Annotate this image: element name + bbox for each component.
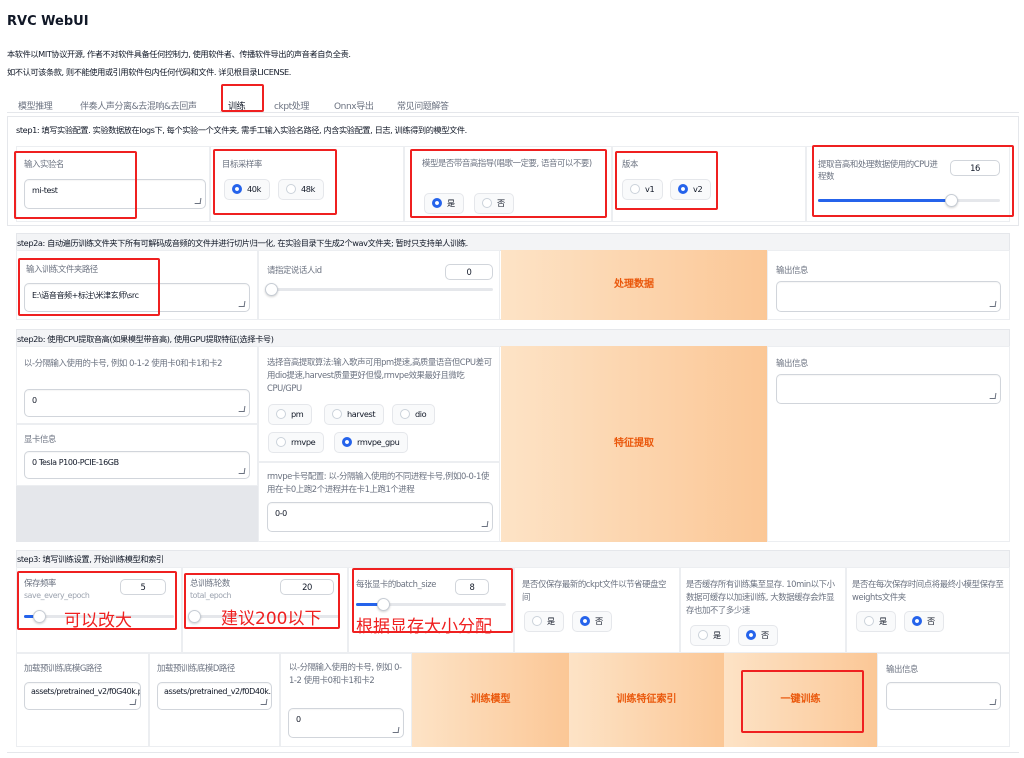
train-gpu-ids-input[interactable]: 0: [288, 708, 404, 738]
pitch-guidance-label: 模型是否带音高指导(唱歌一定要, 语音可以不要): [422, 158, 592, 168]
tab-vocal-separation[interactable]: 伴奏人声分离&去混响&去回声: [80, 99, 197, 112]
annotation-can-increase: 可以改大: [64, 611, 132, 631]
speaker-id-cell: [258, 250, 500, 320]
cpu-process-slider-knob[interactable]: [945, 194, 958, 207]
total-epoch-slider-knob[interactable]: [188, 610, 201, 623]
tab-inference[interactable]: 模型推理: [18, 99, 53, 112]
pretrained-g-input[interactable]: assets/pretrained_v2/f0G40k.pth: [24, 682, 141, 710]
rmvpe-gpus-input[interactable]: 0-0: [267, 502, 493, 532]
batch-size-slider-knob[interactable]: [377, 598, 390, 611]
version-label: 版本: [622, 159, 638, 169]
step3-heading: step3: 填写训练设置, 开始训练模型和索引: [17, 554, 164, 564]
pretrained-g-label: 加载预训练底模G路径: [24, 663, 102, 673]
version-v1-radio[interactable]: v1: [622, 179, 664, 200]
train-folder-label: 输入训练文件夹路径: [26, 264, 98, 274]
save-weights-label: 是否在每次保存时间点将最终小模型保存至weights文件夹: [852, 579, 1004, 602]
step3-output-textarea[interactable]: [886, 682, 1001, 710]
cache-gpu-yes-radio[interactable]: 是: [690, 625, 730, 646]
tab-faq[interactable]: 常见问题解答: [397, 99, 449, 112]
step2b-heading: step2b: 使用CPU提取音高(如果模型带音高), 使用GPU提取特征(选择…: [17, 334, 274, 344]
gpu-info-textarea[interactable]: 0 Tesla P100-PCIE-16GB: [24, 451, 250, 479]
cpu-process-slider-fill: [818, 199, 951, 202]
process-data-button[interactable]: 处理数据: [501, 250, 767, 320]
save-latest-yes-radio[interactable]: 是: [524, 611, 564, 632]
sample-rate-label: 目标采样率: [222, 159, 262, 169]
annotation-recommend-under-200: 建议200以下: [221, 609, 322, 629]
tab-onnx[interactable]: Onnx导出: [334, 99, 374, 112]
batch-size-slider[interactable]: [356, 598, 506, 611]
sample-rate-40k-radio[interactable]: 40k: [224, 179, 270, 200]
license-notice-line2: 如不认可该条款, 则不能使用或引用软件包内任何代码和文件. 详见根目录LICEN…: [7, 67, 291, 77]
step2a-output-textarea[interactable]: [776, 281, 1001, 312]
step3-header: [16, 550, 1010, 567]
step2b-output-textarea[interactable]: [776, 374, 1001, 404]
exp-name-input[interactable]: mi-test: [24, 179, 206, 209]
f0-method-rmvpe-radio[interactable]: rmvpe: [268, 432, 325, 453]
save-weights-no-radio[interactable]: 否: [904, 611, 944, 632]
speaker-id-label: 请指定说话人id: [267, 265, 322, 275]
total-epoch-label: 总训练轮数: [190, 578, 230, 588]
gpu-ids-label: 以-分隔输入使用的卡号, 例如 0-1-2 使用卡0和卡1和卡2: [24, 358, 223, 368]
total-epoch-sublabel: total_epoch: [190, 591, 232, 600]
save-latest-no-radio[interactable]: 否: [572, 611, 612, 632]
gpu-ids-input[interactable]: 0: [24, 389, 250, 417]
gpu-info-label: 显卡信息: [24, 434, 56, 444]
speaker-id-slider[interactable]: [265, 283, 493, 296]
cache-gpu-label: 是否缓存所有训练集至显存. 10min以下小数据可缓存以加速训练, 大数据缓存会…: [686, 579, 835, 615]
pretrained-d-label: 加载预训练底模D路径: [157, 663, 235, 673]
step2a-heading: step2a: 自动遍历训练文件夹下所有可解码成音频的文件并进行切片归一化, 在…: [17, 238, 468, 248]
exp-name-label: 输入实验名: [24, 159, 64, 169]
cpu-process-slider[interactable]: [818, 194, 1000, 207]
speaker-id-number-input[interactable]: 0: [445, 264, 493, 280]
footer-divider: [7, 752, 1019, 753]
sample-rate-48k-radio[interactable]: 48k: [278, 179, 324, 200]
f0-method-rmvpe-gpu-radio[interactable]: rmvpe_gpu: [334, 432, 409, 453]
train-folder-input[interactable]: E:\语音音频+标注\米津玄师\src: [24, 283, 250, 312]
batch-size-number-input[interactable]: 8: [455, 579, 489, 595]
save-latest-label: 是否仅保存最新的ckpt文件以节省硬盘空间: [522, 579, 667, 602]
app-title: RVC WebUI: [7, 14, 89, 29]
cache-gpu-no-radio[interactable]: 否: [738, 625, 778, 646]
save-freq-slider-knob[interactable]: [33, 610, 46, 623]
step3-output-label: 输出信息: [886, 664, 918, 674]
license-notice-line1: 本软件以MIT协议开源, 作者不对软件具备任何控制力, 使用软件者、传播软件导出…: [7, 49, 351, 59]
f0-method-label: 选择音高提取算法:输入歌声可用pm提速,高质量语音但CPU差可用dio提速,ha…: [267, 357, 492, 393]
tab-ckpt[interactable]: ckpt处理: [274, 99, 309, 112]
step1-heading: step1: 填写实验配置. 实验数据放在logs下, 每个实验一个文件夹, 需…: [16, 125, 467, 135]
train-model-button[interactable]: 训练模型: [412, 653, 569, 747]
f0-method-harvest-radio[interactable]: harvest: [324, 404, 385, 425]
save-freq-sublabel: save_every_epoch: [24, 591, 90, 600]
f0-method-pm-radio[interactable]: pm: [268, 404, 313, 425]
train-index-button[interactable]: 训练特征索引: [569, 653, 724, 747]
pitch-guidance-yes-radio[interactable]: 是: [424, 193, 464, 214]
rmvpe-gpus-label: rmvpe卡号配置: 以-分隔输入使用的不同进程卡号,例如0-0-1使用在卡0上…: [267, 471, 489, 494]
version-v2-radio[interactable]: v2: [670, 179, 712, 200]
save-freq-number-input[interactable]: 5: [120, 579, 166, 595]
speaker-id-slider-knob[interactable]: [265, 283, 278, 296]
cpu-process-label: 提取音高和处理数据使用的CPU进程数: [818, 159, 938, 181]
extract-features-button[interactable]: 特征提取: [501, 346, 767, 542]
step2b-empty-filler: [16, 486, 258, 542]
annotation-allocate-by-vram: 根据显存大小分配: [356, 617, 492, 637]
save-freq-label: 保存频率: [24, 578, 56, 588]
cpu-process-number-input[interactable]: 16: [950, 160, 1000, 176]
step2b-output-label: 输出信息: [776, 358, 808, 368]
batch-size-label: 每张显卡的batch_size: [356, 579, 436, 589]
save-weights-yes-radio[interactable]: 是: [856, 611, 896, 632]
pretrained-d-input[interactable]: assets/pretrained_v2/f0D40k.pth: [157, 682, 272, 710]
pitch-guidance-no-radio[interactable]: 否: [474, 193, 514, 214]
step2a-output-label: 输出信息: [776, 265, 808, 275]
total-epoch-number-input[interactable]: 20: [280, 579, 334, 595]
tab-divider: [7, 112, 1019, 113]
train-gpu-ids-label: 以-分隔输入使用的卡号, 例如 0-1-2 使用卡0和卡1和卡2: [289, 662, 402, 685]
one-click-train-button[interactable]: 一键训练: [724, 653, 877, 747]
f0-method-dio-radio[interactable]: dio: [392, 404, 436, 425]
